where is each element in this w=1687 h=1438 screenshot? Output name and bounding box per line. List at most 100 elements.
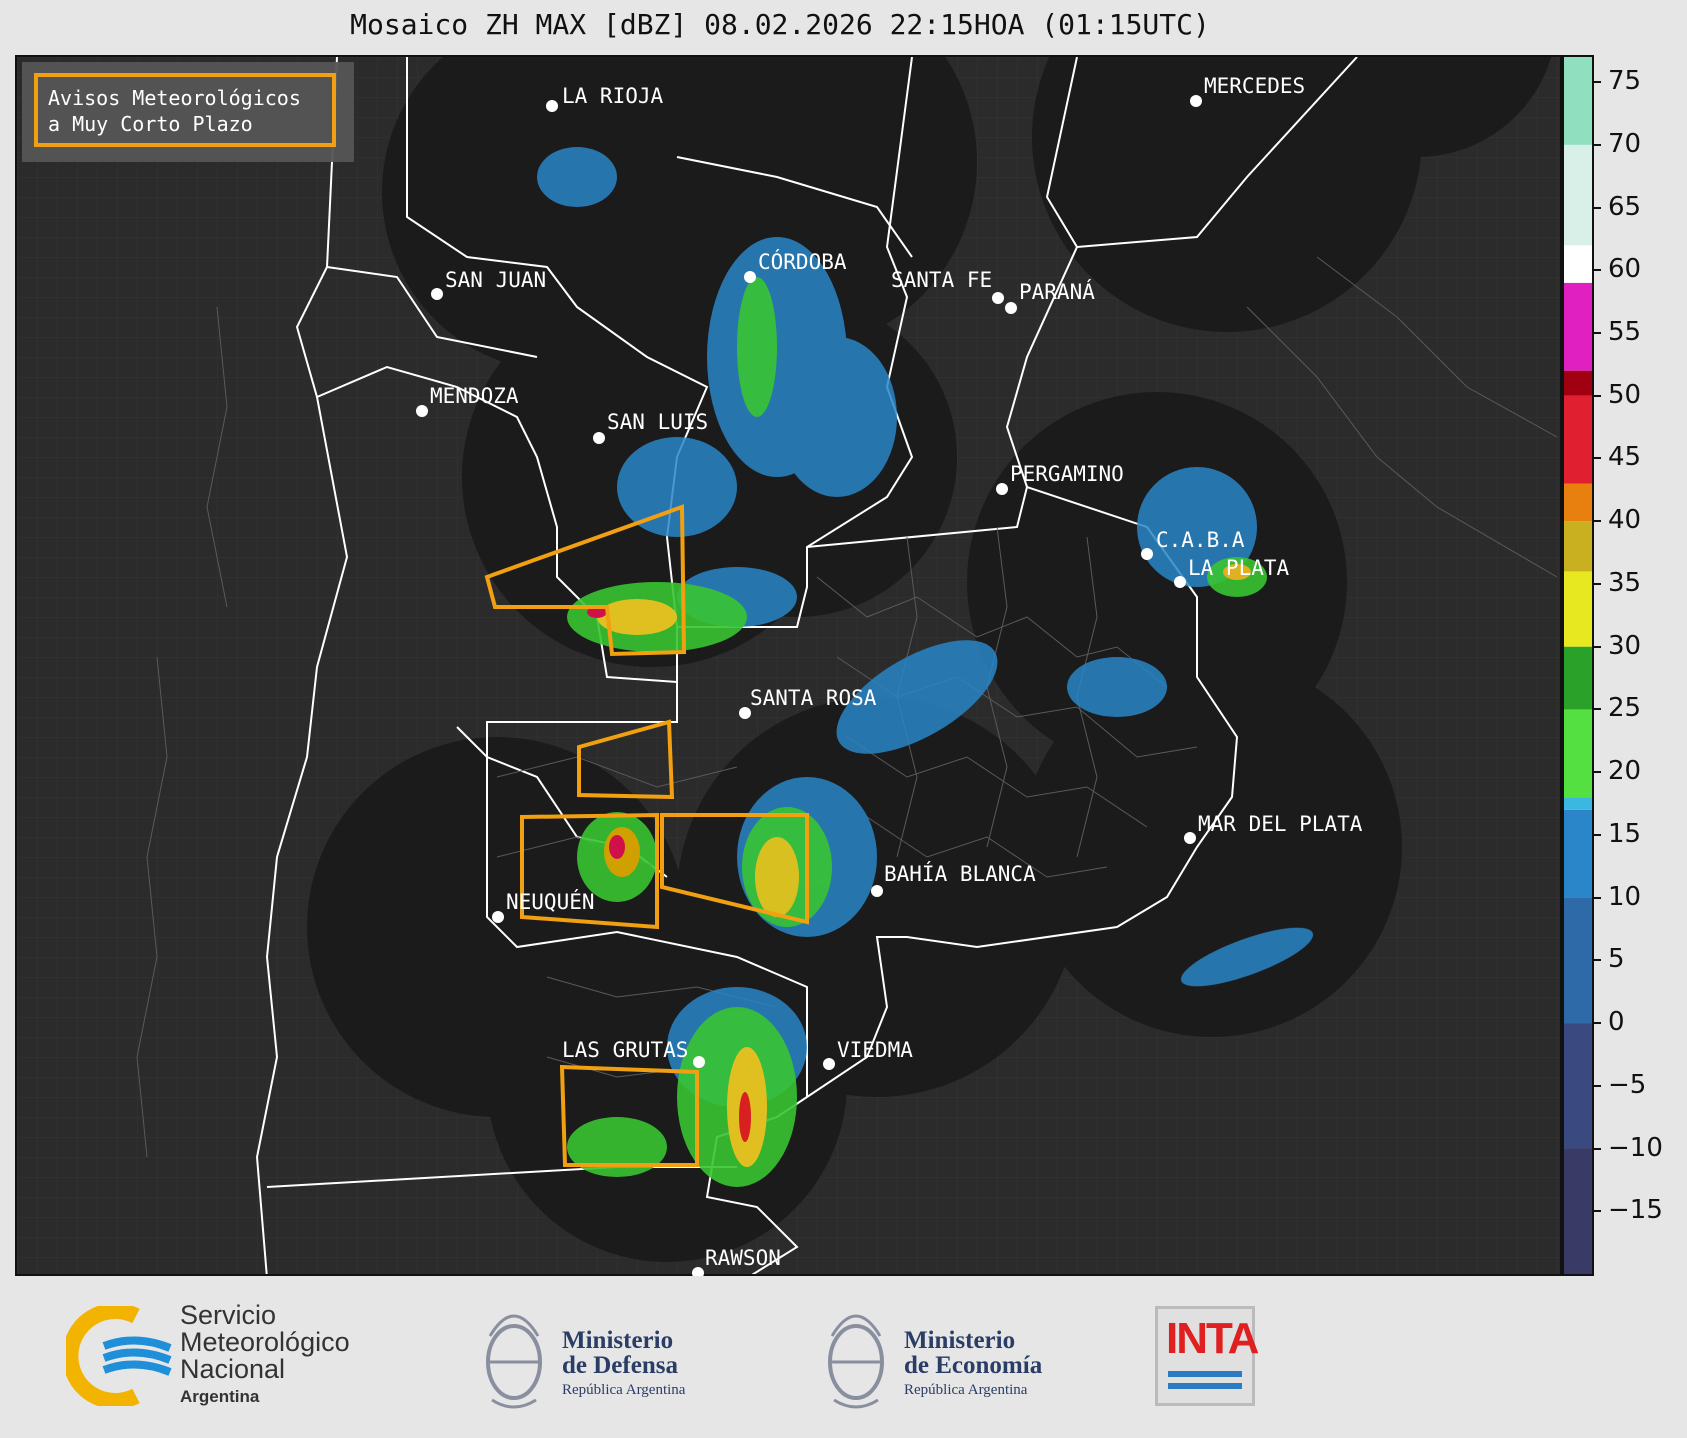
colorbar-tick	[1594, 708, 1601, 711]
city-dot-bahia-blanca[interactable]	[871, 885, 883, 897]
colorbar-segment	[1564, 282, 1592, 371]
colorbar-tick	[1594, 833, 1601, 836]
smn-line-4: Argentina	[180, 1387, 260, 1406]
city-label-san-luis: SAN LUIS	[607, 410, 709, 434]
inta-logo: INTA	[1155, 1306, 1259, 1406]
city-dot-parana[interactable]	[1005, 302, 1017, 314]
dbz-colorbar	[1562, 55, 1594, 1276]
colorbar-tick	[1594, 206, 1601, 209]
colorbar-segment	[1564, 144, 1592, 246]
city-dot-caba[interactable]	[1141, 548, 1153, 560]
city-label-cordoba: CÓRDOBA	[758, 250, 847, 274]
city-label-las-grutas: LAS GRUTAS	[562, 1038, 689, 1062]
map-title: Mosaico ZH MAX [dBZ] 08.02.2026 22:15HOA…	[350, 8, 1210, 41]
colorbar-tick	[1594, 959, 1601, 962]
smn-logo-text: Servicio Meteorológico Nacional Argentin…	[180, 1302, 350, 1410]
colorbar-tick	[1594, 1147, 1601, 1150]
colorbar-tick-label: 50	[1608, 379, 1642, 410]
radar-map-canvas	[17, 57, 1560, 1274]
colorbar-segment	[1564, 521, 1592, 572]
colorbar-tick	[1594, 269, 1601, 272]
city-dot-viedma[interactable]	[823, 1058, 835, 1070]
city-dot-cordoba[interactable]	[744, 271, 756, 283]
colorbar-tick-label: 70	[1608, 128, 1642, 159]
colorbar-tick-label: 25	[1608, 693, 1642, 724]
ministerio-defensa-logo: Ministerio de Defensa República Argentin…	[562, 1328, 685, 1403]
colorbar-tick-label: 35	[1608, 567, 1642, 598]
inta-stripe-1	[1168, 1371, 1242, 1377]
colorbar-tick-label: 65	[1608, 191, 1642, 222]
colorbar-tick-label: 30	[1608, 630, 1642, 661]
colorbar-segment	[1564, 395, 1592, 484]
colorbar-tick-label: 75	[1608, 66, 1642, 97]
colorbar-tick-label: 10	[1608, 881, 1642, 912]
city-label-mercedes: MERCEDES	[1204, 74, 1306, 98]
colorbar-segment	[1564, 57, 1592, 145]
city-dot-mar-del-plata[interactable]	[1184, 832, 1196, 844]
legend-line-1: Avisos Meteorológicos	[48, 86, 301, 110]
city-label-santa-fe: SANTA FE	[891, 268, 993, 292]
economia-line-3: República Argentina	[904, 1382, 1028, 1398]
city-dot-san-juan[interactable]	[431, 288, 443, 300]
city-dot-neuquen[interactable]	[492, 911, 504, 923]
colorbar-segment	[1564, 897, 1592, 1024]
city-dot-san-luis[interactable]	[593, 432, 605, 444]
coat-of-arms-icon-2	[828, 1314, 884, 1409]
city-dot-la-plata[interactable]	[1174, 576, 1186, 588]
colorbar-tick	[1594, 645, 1601, 648]
colorbar-tick	[1594, 143, 1601, 146]
colorbar-tick-label: 5	[1608, 944, 1625, 975]
colorbar-tick	[1594, 771, 1601, 774]
colorbar-tick	[1594, 394, 1601, 397]
colorbar-tick	[1594, 896, 1601, 899]
city-label-neuquen: NEUQUÉN	[506, 890, 595, 914]
colorbar-segment	[1564, 809, 1592, 898]
colorbar-tick	[1594, 1022, 1601, 1025]
economia-line-1: Ministerio	[904, 1327, 1016, 1354]
ministerio-economia-logo: Ministerio de Economía República Argenti…	[904, 1328, 1042, 1403]
colorbar-segment	[1564, 571, 1592, 647]
defensa-line-1: Ministerio	[562, 1327, 674, 1354]
colorbar-segment	[1564, 483, 1592, 522]
city-label-mendoza: MENDOZA	[430, 384, 519, 408]
city-dot-las-grutas[interactable]	[693, 1056, 705, 1068]
colorbar-tick	[1594, 1210, 1601, 1213]
smn-line-1: Servicio	[180, 1300, 277, 1330]
smn-line-2: Meteorológico	[180, 1327, 350, 1357]
smn-logo-icon	[66, 1306, 172, 1406]
colorbar-tick-label: 0	[1608, 1007, 1625, 1038]
colorbar-tick	[1594, 81, 1601, 84]
city-label-la-plata: LA PLATA	[1188, 556, 1290, 580]
colorbar-segment	[1564, 1023, 1592, 1149]
colorbar-tick-label: 45	[1608, 442, 1642, 473]
warnings-legend: Avisos Meteorológicos a Muy Corto Plazo	[34, 73, 336, 147]
radar-map[interactable]	[15, 55, 1562, 1276]
city-label-caba: C.A.B.A	[1156, 528, 1245, 552]
city-label-rawson: RAWSON	[705, 1246, 781, 1270]
colorbar-tick-label: 40	[1608, 505, 1642, 536]
economia-line-2: de Economía	[904, 1352, 1043, 1379]
city-label-la-rioja: LA RIOJA	[562, 84, 664, 108]
city-dot-la-rioja[interactable]	[546, 100, 558, 112]
city-dot-mercedes[interactable]	[1190, 95, 1202, 107]
city-label-viedma: VIEDMA	[837, 1038, 913, 1062]
defensa-line-2: de Defensa	[562, 1352, 678, 1379]
smn-line-3: Nacional	[180, 1354, 286, 1384]
colorbar-segment	[1564, 646, 1592, 710]
city-label-santa-rosa: SANTA ROSA	[750, 686, 877, 710]
legend-line-2: a Muy Corto Plazo	[48, 112, 253, 136]
city-label-bahia-blanca: BAHÍA BLANCA	[884, 862, 1036, 886]
colorbar-tick-label: 15	[1608, 818, 1642, 849]
colorbar-tick-label: 20	[1608, 756, 1642, 787]
colorbar-tick-label: 55	[1608, 317, 1642, 348]
colorbar-segment	[1564, 797, 1592, 810]
colorbar-tick-label: −10	[1608, 1132, 1663, 1163]
city-dot-santa-fe[interactable]	[992, 292, 1004, 304]
city-dot-pergamino[interactable]	[996, 483, 1008, 495]
inta-stripe-2	[1168, 1383, 1242, 1389]
colorbar-tick	[1594, 457, 1601, 460]
city-label-parana: PARANÁ	[1019, 280, 1095, 304]
city-dot-mendoza[interactable]	[416, 405, 428, 417]
colorbar-segment	[1564, 245, 1592, 283]
colorbar-segment	[1564, 1148, 1592, 1274]
